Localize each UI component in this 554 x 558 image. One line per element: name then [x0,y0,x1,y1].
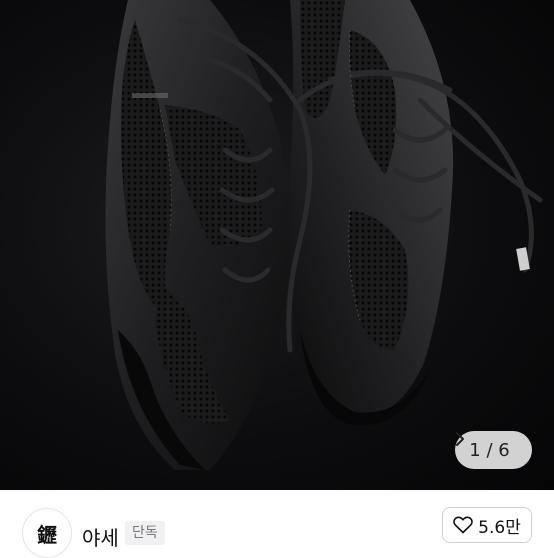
image-counter-text: 1 / 6 [469,439,510,461]
sneaker-illustration [105,0,543,470]
brand-logo-icon[interactable]: 䥶 [22,508,72,558]
image-counter[interactable]: 1 / 6 [455,431,532,469]
seller-name[interactable]: 야세 [82,522,119,551]
exclusive-badge: 단독 [125,521,165,545]
heart-outline-icon [453,516,473,534]
avatar-glyph: 䥶 [37,522,57,547]
like-button[interactable]: 5.6만 [442,507,532,543]
product-image[interactable]: 1 / 6 [0,0,554,490]
seller-bar: 䥶 야세 단독 5.6만 [0,490,554,558]
like-count: 5.6만 [478,517,521,538]
